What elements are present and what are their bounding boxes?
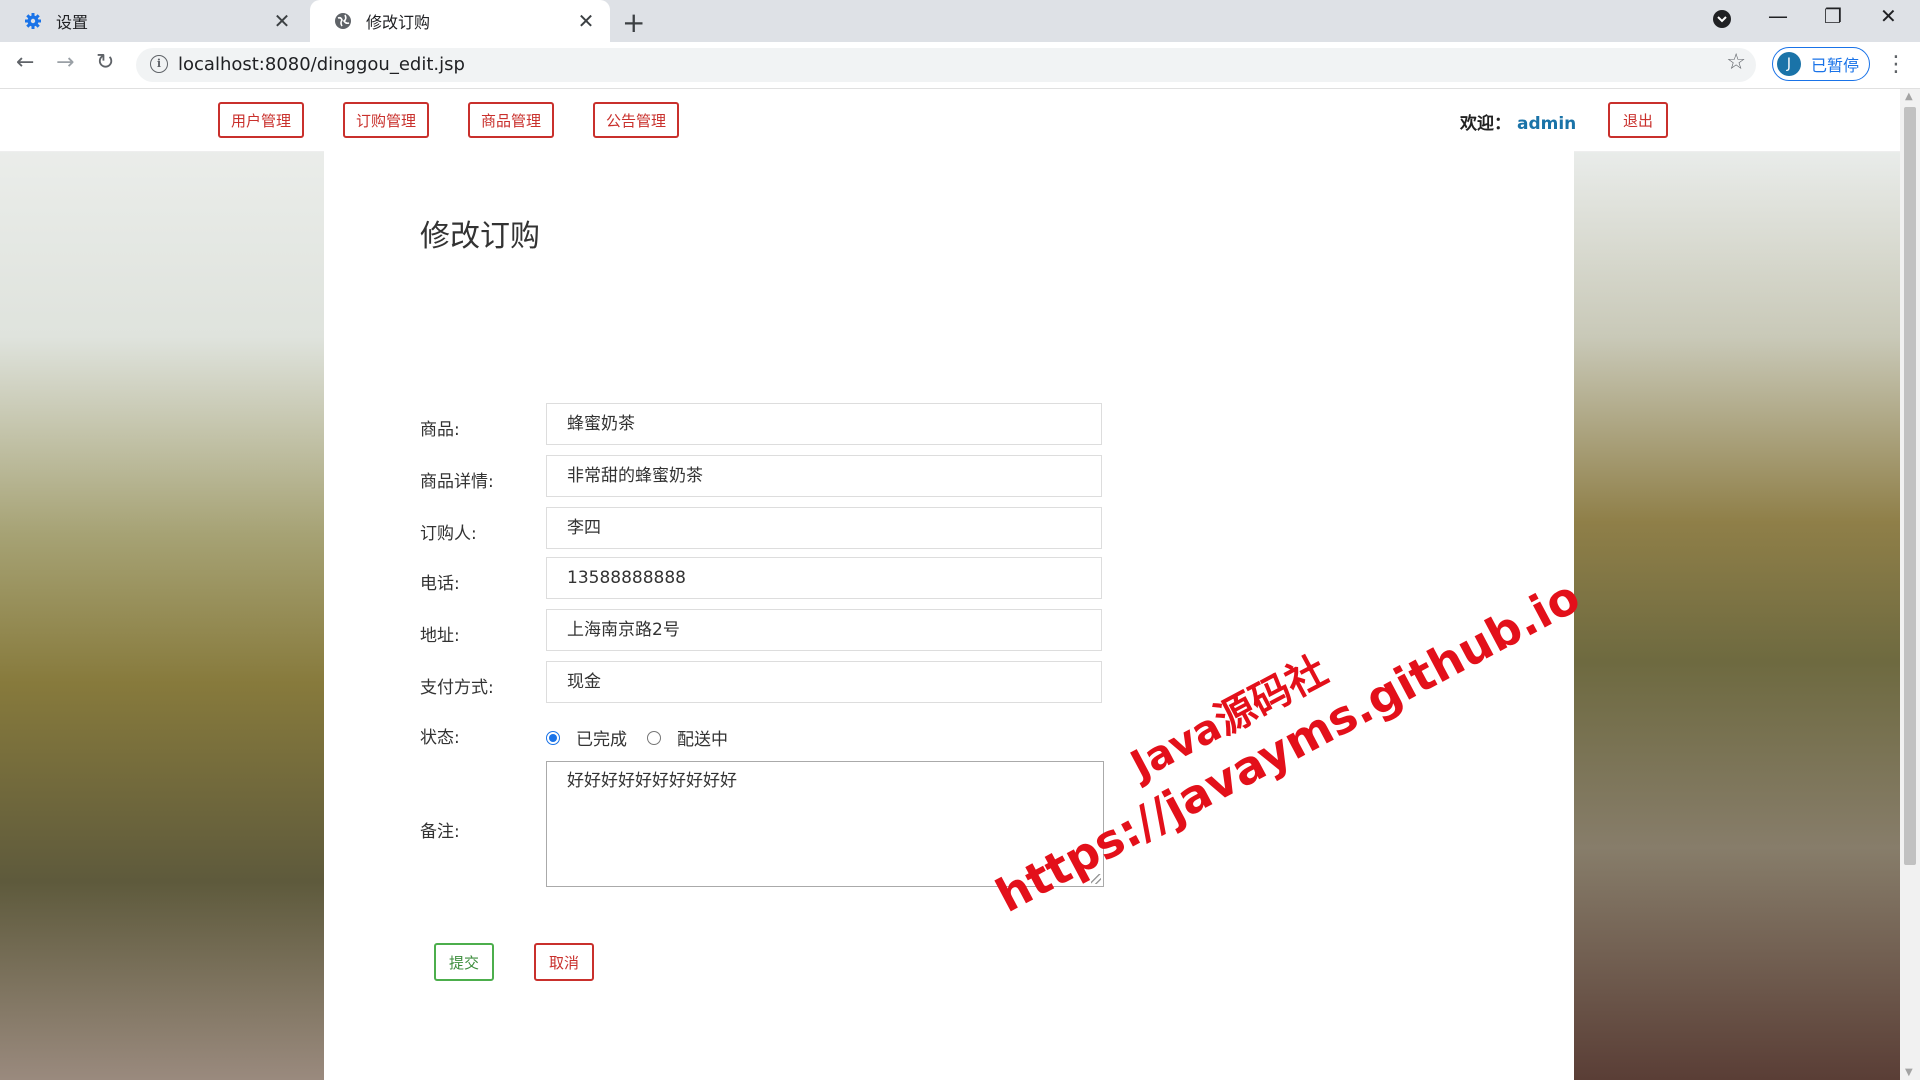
edit-order-panel: 修改订购 商品: 蜂蜜奶茶 商品详情: 非常甜的蜂蜜奶茶 订购人: 李四 电话:… bbox=[324, 151, 1574, 1080]
close-icon[interactable]: ✕ bbox=[576, 9, 596, 33]
field-label-payment: 支付方式: bbox=[420, 678, 494, 698]
close-icon[interactable]: ✕ bbox=[272, 9, 292, 33]
bookmark-star-icon[interactable]: ☆ bbox=[1726, 50, 1746, 75]
field-label-status: 状态: bbox=[420, 728, 460, 748]
nav-order-management-button[interactable]: 订购管理 bbox=[343, 102, 429, 138]
status-radio-delivering[interactable] bbox=[647, 730, 661, 745]
resize-handle-icon[interactable] bbox=[1091, 874, 1101, 884]
back-arrow-icon[interactable]: ← bbox=[16, 50, 34, 75]
restore-icon[interactable]: ❐ bbox=[1824, 4, 1842, 28]
profile-button[interactable]: J 已暂停 bbox=[1772, 47, 1870, 81]
background-image-right bbox=[1574, 151, 1900, 1080]
page-viewport: 用户管理 订购管理 商品管理 公告管理 欢迎： admin 退出 修改订购 商品:… bbox=[0, 89, 1900, 1080]
browser-toolbar: ← → ↻ i localhost:8080/dinggou_edit.jsp … bbox=[0, 42, 1920, 89]
phone-input[interactable]: 13588888888 bbox=[546, 557, 1102, 599]
scroll-down-arrow-icon[interactable]: ▼ bbox=[1905, 1067, 1913, 1078]
menu-kebab-icon[interactable]: ⋮ bbox=[1885, 52, 1907, 77]
forward-arrow-icon[interactable]: → bbox=[56, 50, 74, 75]
avatar: J bbox=[1777, 52, 1801, 76]
scrollbar-thumb[interactable] bbox=[1904, 107, 1916, 865]
tab-search-icon[interactable] bbox=[1712, 9, 1732, 34]
page-scrollbar[interactable]: ▲ ▼ bbox=[1900, 89, 1920, 1080]
nav-product-management-button[interactable]: 商品管理 bbox=[468, 102, 554, 138]
submit-button[interactable]: 提交 bbox=[434, 943, 494, 981]
cancel-button[interactable]: 取消 bbox=[534, 943, 594, 981]
address-bar[interactable]: i localhost:8080/dinggou_edit.jsp ☆ bbox=[136, 48, 1756, 82]
browser-tab-strip: 设置 ✕ 修改订购 ✕ + — ❐ ✕ bbox=[0, 0, 1920, 42]
logout-button[interactable]: 退出 bbox=[1608, 102, 1668, 138]
field-label-remark: 备注: bbox=[420, 822, 460, 842]
field-label-address: 地址: bbox=[420, 626, 460, 646]
buyer-input[interactable]: 李四 bbox=[546, 507, 1102, 549]
page-title: 修改订购 bbox=[420, 219, 540, 254]
scroll-up-arrow-icon[interactable]: ▲ bbox=[1905, 91, 1913, 102]
status-radio-completed[interactable] bbox=[546, 730, 560, 745]
new-tab-plus-icon[interactable]: + bbox=[622, 6, 645, 39]
tab-label: 设置 bbox=[56, 13, 89, 32]
tab-label: 修改订购 bbox=[366, 13, 431, 32]
tab-settings[interactable]: 设置 ✕ bbox=[0, 0, 306, 42]
nav-user-management-button[interactable]: 用户管理 bbox=[218, 102, 304, 138]
globe-icon bbox=[334, 12, 352, 30]
payment-input[interactable]: 现金 bbox=[546, 661, 1102, 703]
remark-text: 好好好好好好好好好好 bbox=[567, 771, 737, 791]
reload-icon[interactable]: ↻ bbox=[96, 50, 114, 75]
welcome-text: 欢迎： admin bbox=[1460, 109, 1576, 134]
status-radio-group: 已完成 配送中 bbox=[546, 725, 748, 750]
nav-notice-management-button[interactable]: 公告管理 bbox=[593, 102, 679, 138]
info-icon[interactable]: i bbox=[150, 55, 168, 73]
close-window-icon[interactable]: ✕ bbox=[1880, 4, 1897, 28]
field-label-phone: 电话: bbox=[420, 574, 460, 594]
remark-textarea[interactable]: 好好好好好好好好好好 bbox=[546, 761, 1104, 887]
product-input[interactable]: 蜂蜜奶茶 bbox=[546, 403, 1102, 445]
status-option-label: 已完成 bbox=[576, 730, 627, 750]
product-detail-input[interactable]: 非常甜的蜂蜜奶茶 bbox=[546, 455, 1102, 497]
gear-icon bbox=[24, 12, 42, 30]
address-input[interactable]: 上海南京路2号 bbox=[546, 609, 1102, 651]
minimize-icon[interactable]: — bbox=[1768, 4, 1788, 28]
tab-edit-order[interactable]: 修改订购 ✕ bbox=[310, 0, 610, 42]
field-label-product: 商品: bbox=[420, 420, 460, 440]
top-nav: 用户管理 订购管理 商品管理 公告管理 欢迎： admin 退出 bbox=[0, 89, 1900, 152]
field-label-buyer: 订购人: bbox=[420, 524, 477, 544]
field-label-product-detail: 商品详情: bbox=[420, 472, 494, 492]
profile-status: 已暂停 bbox=[1811, 56, 1860, 75]
url-text[interactable]: localhost:8080/dinggou_edit.jsp bbox=[178, 54, 465, 75]
status-option-label: 配送中 bbox=[677, 730, 728, 750]
username: admin bbox=[1517, 114, 1577, 134]
welcome-label: 欢迎： bbox=[1460, 114, 1511, 134]
